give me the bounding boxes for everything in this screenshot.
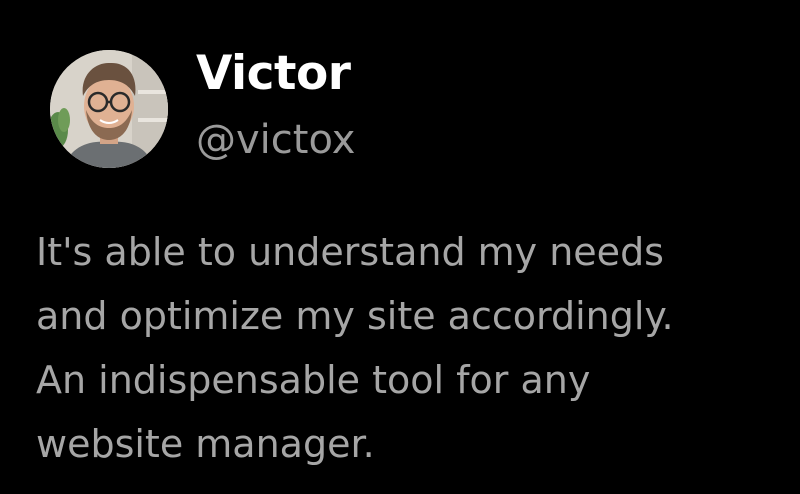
post-line: website manager. <box>36 422 375 466</box>
testimonial-card: Victor @victox It's able to understand m… <box>0 0 800 494</box>
author-handle[interactable]: @victox <box>196 114 355 166</box>
author-name[interactable]: Victor <box>196 44 351 104</box>
post-text: It's able to understand my needs and opt… <box>36 220 776 476</box>
post-line: An indispensable tool for any <box>36 358 591 402</box>
avatar-image <box>50 50 168 168</box>
post-line: and optimize my site accordingly. <box>36 294 674 338</box>
post-line: It's able to understand my needs <box>36 230 664 274</box>
avatar[interactable] <box>50 50 168 168</box>
